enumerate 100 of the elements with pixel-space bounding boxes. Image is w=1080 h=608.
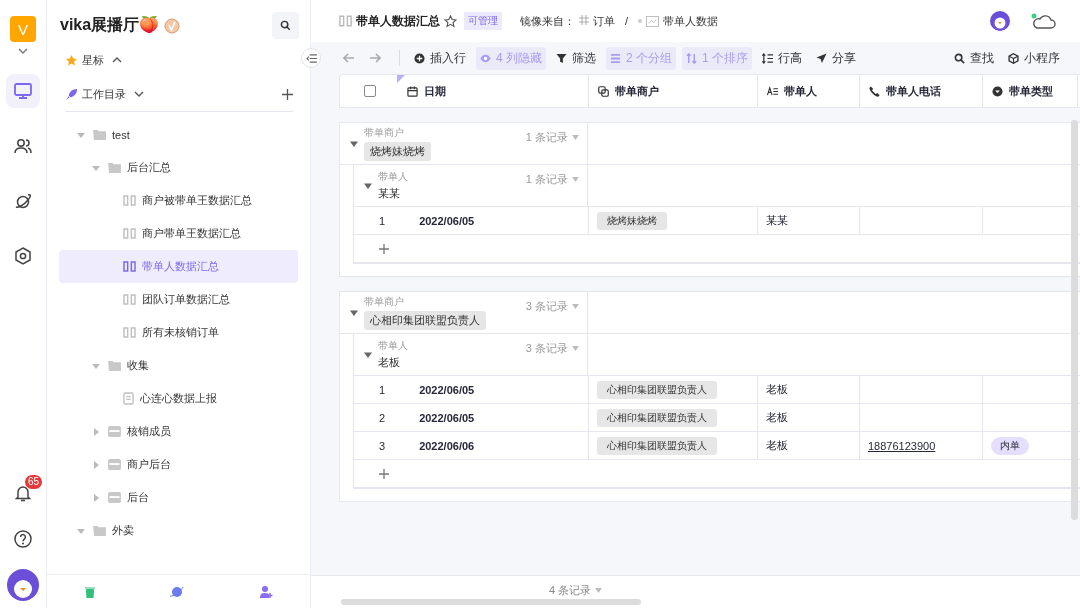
breadcrumb-separator: / bbox=[625, 15, 629, 27]
datasheet-icon bbox=[123, 294, 136, 305]
column-header[interactable]: 带单商户 bbox=[589, 75, 758, 107]
workbench-button[interactable] bbox=[6, 74, 40, 108]
sheet-title: 带单人数据汇总 bbox=[356, 12, 440, 30]
vertical-scrollbar[interactable] bbox=[1071, 120, 1078, 520]
group-field-label: 带单商户 bbox=[364, 126, 404, 140]
group-caret-icon[interactable] bbox=[364, 181, 372, 190]
group-caret-icon[interactable] bbox=[350, 139, 358, 148]
folder-icon bbox=[108, 492, 121, 503]
tree-item[interactable]: 心连心数据上报 bbox=[59, 382, 298, 415]
cube-icon bbox=[1008, 52, 1019, 64]
dot-icon bbox=[638, 19, 643, 23]
notification-count: 65 bbox=[25, 475, 43, 489]
toolbar-button[interactable]: 筛选 bbox=[552, 46, 600, 70]
user-avatar[interactable] bbox=[7, 569, 39, 601]
tree-item[interactable]: 商户后台 bbox=[59, 448, 298, 481]
table-cell: 2022/06/05 bbox=[419, 411, 475, 424]
phone-icon bbox=[869, 85, 880, 97]
tree-item[interactable]: 商户被带单王数据汇总 bbox=[59, 184, 298, 217]
search-icon bbox=[280, 20, 291, 31]
redo-icon[interactable] bbox=[369, 53, 381, 63]
merchant-tag: 烧烤妹烧烤 bbox=[597, 211, 667, 230]
group-field-label: 带单商户 bbox=[364, 295, 404, 309]
permission-tag: 可管理 bbox=[464, 12, 502, 30]
column-header[interactable]: 带单人 bbox=[758, 75, 860, 107]
source-view-link[interactable]: 带单人数据 bbox=[663, 13, 719, 29]
group-caret-icon[interactable] bbox=[364, 350, 372, 359]
folder-icon bbox=[93, 129, 106, 140]
notification-icon[interactable] bbox=[13, 483, 33, 503]
help-icon[interactable] bbox=[13, 529, 33, 549]
table-cell: 2022/06/05 bbox=[419, 214, 475, 227]
planet-icon bbox=[13, 191, 33, 211]
phone-link[interactable]: 18876123900 bbox=[868, 439, 936, 452]
toolbar-button[interactable]: 插入行 bbox=[410, 46, 470, 70]
table-cell: 老板 bbox=[766, 410, 788, 425]
merchant-tag: 烧烤妹烧烤 bbox=[364, 142, 431, 161]
group-value: 某某 bbox=[378, 186, 400, 201]
catalog-section[interactable]: 工作目录 bbox=[82, 86, 126, 102]
collapse-icon bbox=[305, 53, 317, 63]
add-row-icon[interactable] bbox=[379, 468, 389, 479]
tree-item[interactable]: 核销成员 bbox=[59, 415, 298, 448]
table-cell: 老板 bbox=[766, 438, 788, 453]
tree-item[interactable]: 商户带单王数据汇总 bbox=[59, 217, 298, 250]
tree-item[interactable]: 后台汇总 bbox=[59, 151, 298, 184]
monitor-icon bbox=[13, 81, 33, 101]
column-header[interactable]: 带单人电话 bbox=[860, 75, 983, 107]
toolbar-button[interactable]: 行高 bbox=[758, 46, 807, 70]
folder-icon bbox=[108, 426, 121, 437]
mirror-label: 镜像来自： bbox=[520, 13, 575, 29]
merchant-tag: 心相印集团联盟负责人 bbox=[597, 380, 717, 399]
total-record-count[interactable]: 4 条记录 bbox=[548, 582, 592, 598]
toolbar-button[interactable]: 分享 bbox=[812, 46, 861, 70]
invite-user-icon[interactable] bbox=[258, 584, 273, 599]
table-cell: 老板 bbox=[766, 382, 788, 397]
search-icon bbox=[954, 52, 965, 64]
tree-item[interactable]: 所有未核销订单 bbox=[59, 316, 298, 349]
chevron-down-icon[interactable] bbox=[18, 48, 28, 54]
group-caret-icon[interactable] bbox=[350, 308, 358, 317]
tree-item[interactable]: 后台 bbox=[59, 481, 298, 514]
tree-item[interactable]: 外卖 bbox=[59, 514, 298, 547]
text-icon bbox=[767, 85, 778, 97]
undo-icon[interactable] bbox=[343, 53, 355, 63]
column-header[interactable]: 日期 bbox=[398, 75, 589, 107]
chevron-down-icon[interactable] bbox=[134, 91, 144, 97]
star-icon bbox=[65, 53, 78, 67]
tree-item[interactable]: 团队订单数据汇总 bbox=[59, 283, 298, 316]
stack-icon bbox=[610, 52, 621, 64]
datasheet-icon bbox=[339, 15, 352, 27]
verified-icon bbox=[164, 17, 181, 34]
link-icon bbox=[598, 85, 609, 97]
column-header[interactable]: 带单类型 bbox=[983, 75, 1078, 107]
table-cell: 2022/06/05 bbox=[419, 383, 475, 396]
horizontal-scrollbar[interactable] bbox=[341, 599, 641, 605]
tree-item[interactable]: test bbox=[59, 118, 298, 151]
search-button[interactable] bbox=[272, 12, 299, 39]
folder-icon bbox=[108, 459, 121, 470]
row-height-icon bbox=[762, 52, 774, 64]
planet-icon[interactable] bbox=[170, 584, 185, 599]
toolbar-button[interactable]: 小程序 bbox=[1004, 46, 1064, 70]
datasheet-icon bbox=[123, 327, 136, 338]
source-link[interactable]: 订单 bbox=[593, 13, 615, 29]
star-outline-icon[interactable] bbox=[444, 14, 457, 28]
collapse-sidebar-button[interactable] bbox=[301, 48, 321, 68]
tree-item[interactable]: 收集 bbox=[59, 349, 298, 382]
chevron-up-icon[interactable] bbox=[112, 57, 122, 63]
select-all-checkbox[interactable] bbox=[364, 85, 376, 97]
type-tag: 内单 bbox=[991, 436, 1029, 455]
starred-section[interactable]: 星标 bbox=[82, 52, 104, 68]
merchant-tag: 心相印集团联盟负责人 bbox=[597, 436, 717, 455]
add-icon[interactable] bbox=[282, 88, 293, 100]
trash-icon[interactable] bbox=[84, 585, 97, 598]
dropdown-icon bbox=[992, 85, 1003, 97]
eye-icon bbox=[480, 52, 491, 64]
tree-item[interactable]: 带单人数据汇总 bbox=[59, 250, 298, 283]
datasheet-icon bbox=[123, 195, 136, 206]
calendar-icon bbox=[407, 85, 418, 97]
group-field-label: 带单人 bbox=[378, 170, 408, 184]
add-row-icon[interactable] bbox=[379, 243, 389, 254]
toolbar-button[interactable]: 查找 bbox=[950, 46, 998, 70]
